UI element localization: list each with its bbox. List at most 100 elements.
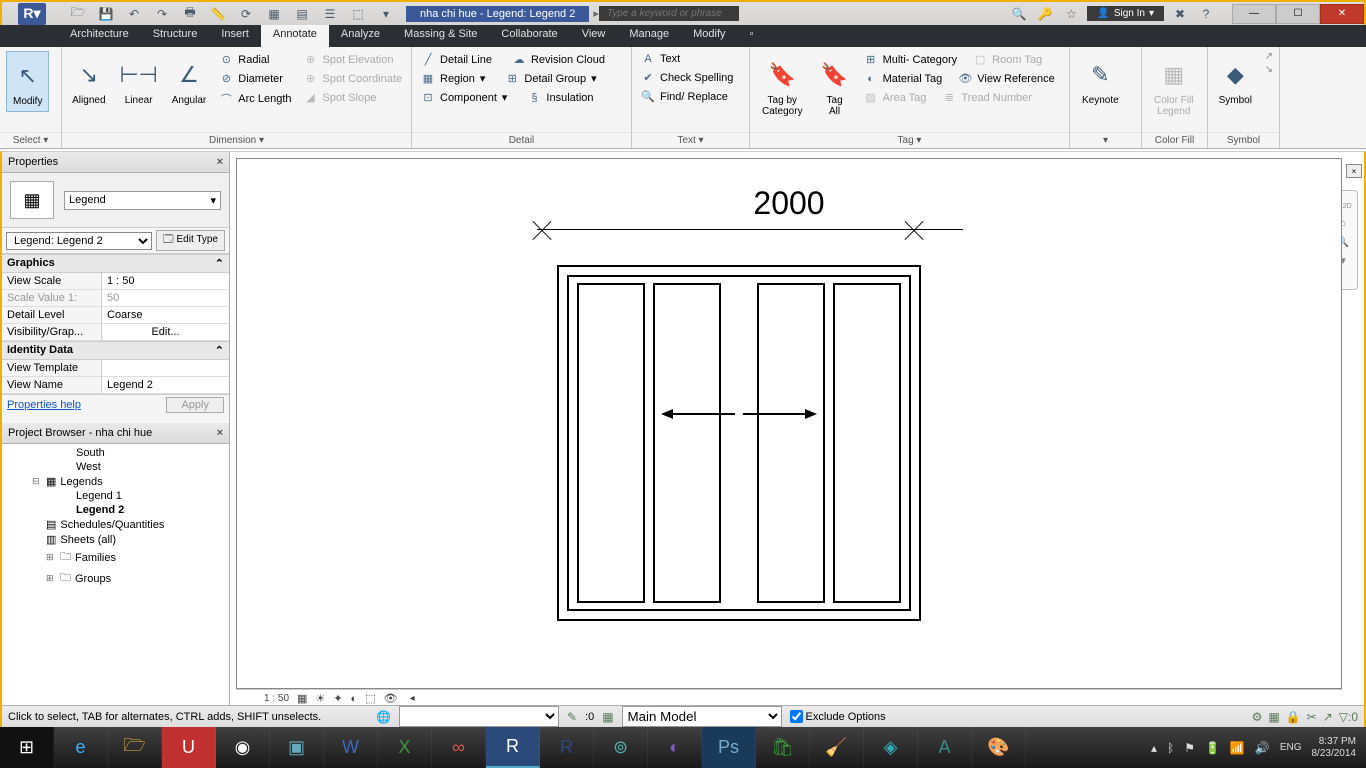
crop-icon[interactable]: ⬚: [365, 692, 375, 705]
qat-dropdown-icon[interactable]: ▾: [376, 5, 396, 23]
prop-value[interactable]: 1 : 50: [102, 273, 229, 289]
view-reference-button[interactable]: 👁View Reference: [955, 70, 1057, 87]
help-icon[interactable]: ?: [1196, 5, 1216, 23]
panel-keynote[interactable]: ▾: [1070, 132, 1141, 148]
redo-icon[interactable]: ↷: [152, 5, 172, 23]
taskbar-excel-icon[interactable]: X: [378, 727, 432, 768]
view-close-icon[interactable]: ×: [1346, 164, 1362, 178]
key-icon[interactable]: 🔑: [1035, 5, 1055, 23]
type-selector[interactable]: ▦ Legend ▾: [2, 173, 229, 228]
drawing-canvas[interactable]: 2000: [236, 158, 1342, 689]
spot-coordinate-button[interactable]: ⊕Spot Coordinate: [301, 70, 406, 87]
room-tag-button[interactable]: ▢Room Tag: [970, 51, 1045, 68]
taskbar-app-icon[interactable]: ⊚: [594, 727, 648, 768]
instance-combo[interactable]: Legend: Legend 2: [6, 232, 152, 250]
check-spelling-button[interactable]: ✔Check Spelling: [638, 69, 736, 86]
workset-combo[interactable]: [399, 706, 559, 727]
properties-help-link[interactable]: Properties help: [7, 399, 81, 411]
tray-volume-icon[interactable]: 🔊: [1255, 741, 1270, 755]
maximize-button[interactable]: ☐: [1276, 4, 1320, 24]
worksharing-icon[interactable]: 🌐: [376, 710, 391, 724]
print-icon[interactable]: 🖶: [180, 5, 200, 23]
tray-flag-icon[interactable]: ⚑: [1184, 741, 1195, 755]
tab-massing[interactable]: Massing & Site: [392, 25, 489, 47]
area-tag-button[interactable]: ▨Area Tag: [861, 89, 930, 106]
taskbar-app-icon[interactable]: ∞: [432, 727, 486, 768]
find-replace-button[interactable]: 🔍Find/ Replace: [638, 88, 736, 105]
group-identity[interactable]: Identity Data⌃: [2, 341, 229, 360]
tree-item[interactable]: ▤Schedules/Quantities: [2, 517, 229, 532]
taskbar-ie-icon[interactable]: e: [54, 727, 108, 768]
type-combo[interactable]: Legend ▾: [64, 191, 221, 210]
filter-icon[interactable]: ▽:0: [1339, 710, 1358, 724]
taskbar-revit2-icon[interactable]: R: [540, 727, 594, 768]
exclude-options-check[interactable]: Exclude Options: [790, 710, 886, 723]
tread-number-button[interactable]: ≣Tread Number: [939, 89, 1035, 106]
tab-structure[interactable]: Structure: [141, 25, 210, 47]
linear-button[interactable]: ⊢⊣Linear: [116, 51, 162, 110]
taskbar-paint-icon[interactable]: 🎨: [972, 727, 1026, 768]
tab-insert[interactable]: Insert: [209, 25, 261, 47]
tree-item[interactable]: ⊞🗀Groups: [2, 568, 229, 589]
qat-icon[interactable]: ▦: [264, 5, 284, 23]
tray-language[interactable]: ENG: [1280, 742, 1302, 753]
apply-button[interactable]: Apply: [166, 397, 224, 413]
revision-cloud-button[interactable]: ☁Revision Cloud: [509, 51, 608, 68]
tree-item[interactable]: Legend 2: [2, 503, 229, 517]
detail-group-button[interactable]: ⊞Detail Group ▾: [502, 70, 599, 87]
arc-length-button[interactable]: ⌒Arc Length: [216, 89, 294, 109]
status-icon[interactable]: ⚙: [1252, 710, 1263, 724]
component-button[interactable]: ⊡Component ▾: [418, 89, 510, 106]
tab-view[interactable]: View: [570, 25, 618, 47]
binoculars-icon[interactable]: 🔍: [1009, 5, 1029, 23]
qat-icon[interactable]: ☰: [320, 5, 340, 23]
prop-value[interactable]: Legend 2: [102, 377, 229, 393]
tray-network-icon[interactable]: 📶: [1230, 741, 1245, 755]
view-scale[interactable]: 1 : 50: [264, 693, 289, 704]
tray-battery-icon[interactable]: 🔋: [1205, 741, 1220, 755]
taskbar-revit-icon[interactable]: R: [486, 727, 540, 768]
taskbar-chrome-icon[interactable]: ◉: [216, 727, 270, 768]
star-icon[interactable]: ☆: [1061, 5, 1081, 23]
prop-value[interactable]: Coarse: [102, 307, 229, 323]
signin-button[interactable]: 👤 Sign In ▾: [1087, 6, 1164, 21]
search-input[interactable]: [599, 6, 739, 21]
expand-icon[interactable]: ↗: [1265, 51, 1273, 62]
group-graphics[interactable]: Graphics⌃: [2, 254, 229, 273]
tree-item[interactable]: ⊟▦Legends: [2, 474, 229, 489]
hide-icon[interactable]: 👁: [384, 692, 398, 705]
app-menu[interactable]: R▾: [2, 1, 62, 26]
color-fill-legend-button[interactable]: ▦Color FillLegend: [1148, 51, 1199, 121]
sun-path-icon[interactable]: ✦: [333, 692, 342, 705]
radial-button[interactable]: ⊙Radial: [216, 51, 294, 68]
start-button[interactable]: ⊞: [0, 727, 54, 768]
tab-collaborate[interactable]: Collaborate: [489, 25, 569, 47]
tree-item[interactable]: Legend 1: [2, 489, 229, 503]
tab-analyze[interactable]: Analyze: [329, 25, 392, 47]
expand-icon[interactable]: ⊞: [46, 552, 56, 563]
tab-annotate[interactable]: Annotate: [261, 25, 329, 47]
exchange-icon[interactable]: ✖: [1170, 5, 1190, 23]
taskbar-unikey-icon[interactable]: U: [162, 727, 216, 768]
taskbar-explorer-icon[interactable]: 🗁: [108, 727, 162, 768]
qat-icon[interactable]: ▤: [292, 5, 312, 23]
tree-item[interactable]: West: [2, 460, 229, 474]
tab-architecture[interactable]: Architecture: [58, 25, 141, 47]
symbol-button[interactable]: ◆Symbol: [1214, 51, 1257, 110]
editable-icon[interactable]: ✎: [567, 710, 577, 724]
close-icon[interactable]: ×: [217, 156, 223, 168]
spot-elevation-button[interactable]: ⊕Spot Elevation: [301, 51, 406, 68]
modify-button[interactable]: ↖ Modify: [6, 51, 49, 112]
expand-icon[interactable]: ⊟: [32, 476, 42, 487]
panel-text[interactable]: Text ▾: [632, 132, 749, 148]
panel-tag[interactable]: Tag ▾: [750, 132, 1069, 148]
material-tag-button[interactable]: ◐Material Tag: [861, 70, 946, 87]
text-button[interactable]: AText: [638, 51, 736, 67]
tree-item[interactable]: ⊞🗀Families: [2, 547, 229, 568]
sync-icon[interactable]: ⟳: [236, 5, 256, 23]
status-icon[interactable]: ↗: [1323, 710, 1333, 724]
open-icon[interactable]: 🗁: [68, 5, 88, 23]
prop-value[interactable]: Edit...: [102, 324, 229, 340]
status-icon[interactable]: 🔒: [1286, 710, 1301, 724]
multi-category-button[interactable]: ⊞Multi- Category: [861, 51, 961, 68]
